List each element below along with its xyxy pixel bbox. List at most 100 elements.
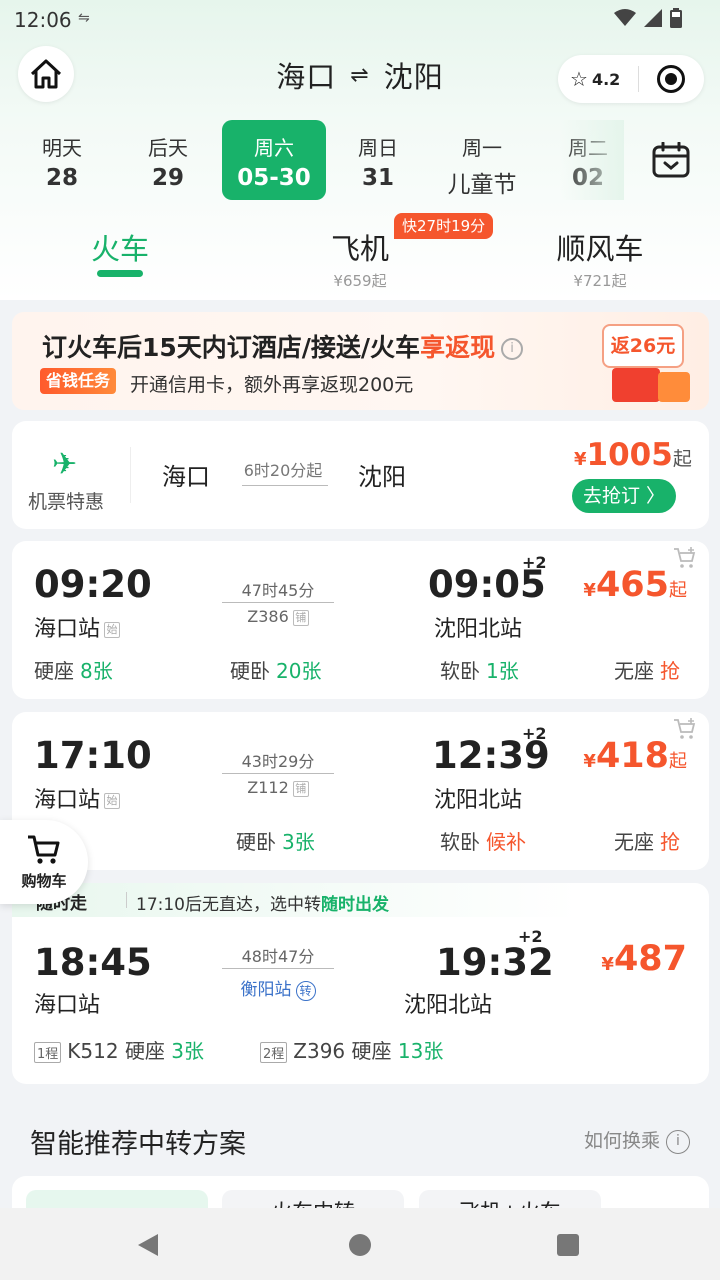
plane-icon: ✈: [52, 447, 78, 482]
date-day: 儿童节: [447, 172, 517, 198]
tab-train[interactable]: 火车: [60, 226, 180, 268]
info-icon[interactable]: i: [501, 338, 524, 360]
seat-info: 无座抢: [614, 830, 680, 854]
arrival-time: 19:32: [436, 941, 554, 984]
rating-value[interactable]: 4.2: [592, 70, 620, 89]
date-day: 28: [45, 165, 78, 191]
date-week: 明天: [42, 136, 82, 160]
date-item[interactable]: 周日 31: [328, 120, 428, 200]
grab-ticket-button[interactable]: 去抢订 〉: [572, 479, 676, 513]
banner-headline-text: 订火车后15天内订酒店/接送/火车: [42, 333, 421, 362]
seat-info: 硬卧 3张: [236, 830, 315, 854]
flight-to: 沈阳: [358, 463, 406, 491]
system-nav-bar: [0, 1208, 720, 1280]
flight-from: 海口: [162, 463, 210, 491]
transfer-badge: 转: [295, 981, 316, 1001]
day-offset: +2: [518, 927, 543, 946]
battery-icon: [670, 8, 682, 28]
calendar-icon[interactable]: [652, 142, 690, 178]
cart-label: 购物车: [21, 872, 67, 890]
date-item[interactable]: 明天 28: [12, 120, 112, 200]
departure-time: 18:45: [34, 941, 152, 984]
home-circle-icon[interactable]: [349, 1234, 371, 1256]
close-target-icon[interactable]: [657, 65, 686, 93]
day-offset: +2: [522, 724, 547, 743]
seat-info: 硬卧 20张: [230, 659, 322, 683]
date-item-selected[interactable]: 周六 05-30: [222, 120, 326, 200]
recommend-title: 智能推荐中转方案: [30, 1129, 246, 1160]
flight-price: ¥1005起: [574, 437, 692, 473]
transfer-station: 衡阳站转: [220, 975, 336, 1001]
shopping-cart-button[interactable]: 购物车: [0, 820, 88, 904]
date-day: 29: [151, 165, 184, 191]
faster-badge: 快27时19分: [394, 213, 494, 239]
departure-time: 17:10: [34, 734, 152, 777]
seat-info: 软卧 1张: [440, 659, 519, 683]
seat-info: 软卧 候补: [440, 830, 526, 854]
how-to-transfer-link[interactable]: 如何换乘 i: [584, 1126, 690, 1154]
date-day: 31: [361, 165, 394, 191]
date-week: 周六: [254, 136, 294, 160]
day-offset: +2: [522, 553, 547, 572]
cashback-banner[interactable]: 订火车后15天内订酒店/接送/火车享返现 i 省钱任务 开通信用卡，额外再享返现2…: [12, 312, 709, 410]
transfer-price: ¥487: [601, 939, 687, 979]
wifi-icon: [614, 9, 636, 26]
status-time: 12:06: [14, 8, 72, 32]
date-day: 05-30: [237, 165, 311, 191]
flight-duration: 6时20分起: [243, 461, 323, 480]
origin-badge: 始: [104, 793, 121, 809]
date-item[interactable]: 周一 儿童节: [432, 120, 532, 200]
train-price: ¥418起: [583, 736, 687, 776]
route-to: 沈阳: [383, 60, 444, 94]
star-icon[interactable]: ☆: [570, 67, 588, 91]
banner-headline: 订火车后15天内订酒店/接送/火车享返现 i: [42, 328, 524, 364]
date-week: 周一: [462, 136, 502, 160]
departure-station: 海口站: [34, 993, 101, 1018]
train-card[interactable]: 09:20 海口站始 47时45分 Z386 铺 09:05 +2 沈阳北站 ¥4…: [12, 541, 709, 699]
train-card[interactable]: 17:10 海口站始 43时29分 Z112 铺 12:39 +2 沈阳北站 ¥4…: [12, 712, 709, 870]
arrival-station: 沈阳北站: [434, 788, 523, 813]
divider: [638, 66, 640, 92]
date-week: 周日: [358, 136, 398, 160]
anytime-message: 17:10后无直达，选中转随时出发: [136, 895, 389, 915]
flight-deal-label: 机票特惠: [28, 491, 105, 513]
status-bar: 12:06 ⇋: [0, 0, 720, 38]
tab-ride-price: ¥721起: [573, 272, 627, 290]
arrival-station: 沈阳北站: [404, 993, 493, 1018]
train-number: Z386 铺: [220, 607, 336, 626]
berth-badge: 铺: [292, 609, 309, 626]
cart-icon: [28, 835, 60, 864]
banner-tag: 省钱任务: [40, 368, 117, 394]
transport-tabs: 火车 飞机 ¥659起 顺风车 ¥721起: [0, 212, 720, 302]
capsule-menu: ☆ 4.2: [558, 55, 704, 103]
route-from: 海口: [276, 60, 337, 94]
transfer-duration: 48时47分: [241, 947, 315, 966]
gift-icon: 返26元: [602, 324, 698, 404]
active-tab-indicator: [97, 270, 143, 277]
train-price: ¥465起: [583, 565, 687, 605]
transfer-leg: 2程 Z396 硬座 13张: [260, 1035, 443, 1064]
seat-info: 无座抢: [614, 659, 680, 683]
train-number: Z112 铺: [220, 778, 336, 797]
tab-ride-label: 顺风车: [556, 232, 644, 266]
tab-flight-price: ¥659起: [333, 272, 387, 290]
back-icon[interactable]: [138, 1234, 158, 1256]
tab-ride[interactable]: 顺风车 ¥721起: [540, 226, 660, 291]
date-selector: 明天28 后天29 周六05-30 周日31 周一儿童节 周二02: [10, 120, 624, 200]
origin-badge: 始: [104, 622, 121, 638]
date-week: 后天: [148, 136, 188, 160]
flight-deal-card[interactable]: ✈ 机票特惠 海口 6时20分起 沈阳 ¥1005起 去抢订 〉: [12, 421, 709, 529]
departure-station: 海口站始: [34, 782, 121, 814]
train-duration: 43时29分: [241, 752, 315, 771]
gift-amount: 返26元: [602, 324, 684, 368]
departure-station: 海口站始: [34, 611, 121, 643]
status-notification-icon: ⇋: [78, 10, 90, 26]
recent-apps-icon[interactable]: [557, 1234, 579, 1256]
date-item[interactable]: 后天 29: [118, 120, 218, 200]
info-icon: i: [666, 1129, 690, 1154]
tab-train-label: 火车: [90, 232, 149, 266]
arrival-station: 沈阳北站: [434, 617, 523, 642]
seat-info: 硬座 8张: [34, 659, 113, 683]
swap-icon: ⇌: [350, 62, 370, 88]
signal-icon: [644, 9, 662, 27]
